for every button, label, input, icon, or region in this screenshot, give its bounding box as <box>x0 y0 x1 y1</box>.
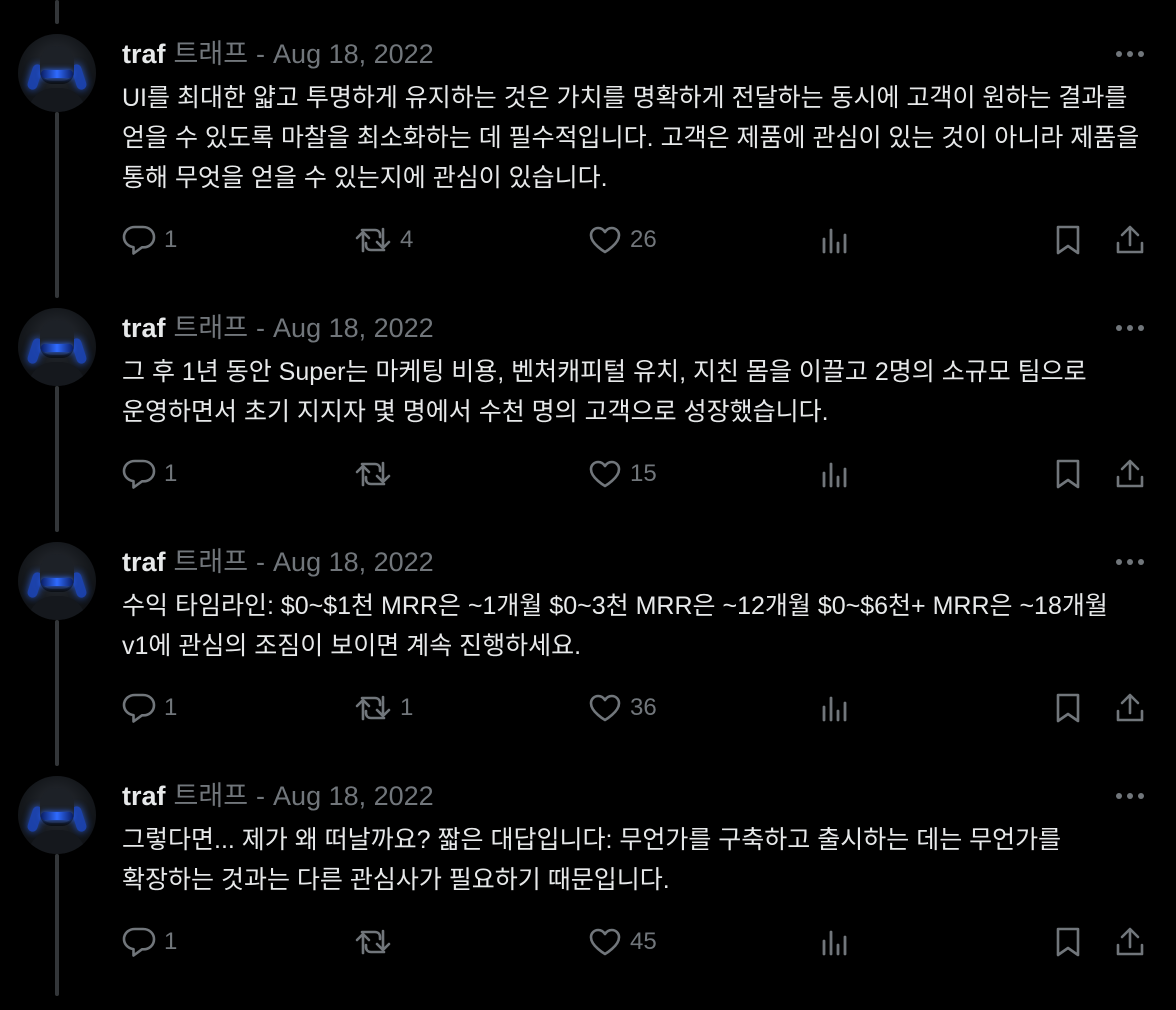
views-icon <box>820 225 850 255</box>
heart-icon <box>588 225 622 255</box>
reply-icon <box>122 458 156 490</box>
bookmark-button[interactable] <box>1054 220 1082 260</box>
like-button[interactable]: 15 <box>588 454 657 494</box>
tweet-actions: 1 1 36 <box>122 688 1152 728</box>
retweet-button[interactable] <box>354 922 400 962</box>
retweet-count: 4 <box>400 226 414 253</box>
more-icon[interactable] <box>1114 314 1146 342</box>
author-name[interactable]: traf <box>122 312 166 344</box>
share-icon <box>1114 224 1146 256</box>
reply-count: 1 <box>164 694 178 721</box>
share-button[interactable] <box>1114 688 1146 728</box>
share-icon <box>1114 692 1146 724</box>
views-icon <box>820 927 850 957</box>
author-name[interactable]: traf <box>122 546 166 578</box>
bookmark-icon <box>1054 692 1082 724</box>
bookmark-icon <box>1054 458 1082 490</box>
avatar[interactable] <box>18 34 96 112</box>
author-handle[interactable]: 트래프 <box>174 546 249 578</box>
tweet-actions: 1 45 <box>122 922 1152 962</box>
reply-button[interactable]: 1 <box>122 688 177 728</box>
tweet-actions: 1 15 <box>122 454 1152 494</box>
tweet[interactable]: traf 트래프 - Aug 18, 2022 그렇다면... 제가 왜 떠날까… <box>0 776 1176 1010</box>
avatar[interactable] <box>18 776 96 854</box>
tweet-text: 수익 타임라인: $0~$1천 MRR은 ~1개월 $0~3천 MRR은 ~12… <box>122 592 1108 660</box>
separator: - <box>256 781 266 811</box>
author-handle[interactable]: 트래프 <box>174 780 249 812</box>
reply-button[interactable]: 1 <box>122 220 177 260</box>
views-button[interactable] <box>820 220 850 260</box>
views-button[interactable] <box>820 922 850 962</box>
like-button[interactable]: 36 <box>588 688 657 728</box>
tweet-date[interactable]: Aug 18, 2022 <box>273 780 434 812</box>
tweet[interactable]: traf 트래프 - Aug 18, 2022 수익 타임라인: $0~$1천 … <box>0 542 1176 776</box>
more-icon[interactable] <box>1114 548 1146 576</box>
reply-icon <box>122 692 156 724</box>
tweet-header: traf 트래프 - Aug 18, 2022 <box>122 546 434 578</box>
share-button[interactable] <box>1114 922 1146 962</box>
share-button[interactable] <box>1114 220 1146 260</box>
reply-count: 1 <box>164 460 178 487</box>
retweet-button[interactable]: 4 <box>354 220 413 260</box>
tweet-header: traf 트래프 - Aug 18, 2022 <box>122 312 434 344</box>
reply-count: 1 <box>164 928 178 955</box>
avatar[interactable] <box>18 542 96 620</box>
tweet-header: traf 트래프 - Aug 18, 2022 <box>122 780 434 812</box>
like-count: 15 <box>630 460 657 487</box>
like-button[interactable]: 26 <box>588 220 657 260</box>
reply-button[interactable]: 1 <box>122 454 177 494</box>
retweet-count: 1 <box>400 694 414 721</box>
separator: - <box>256 313 266 343</box>
retweet-icon <box>354 459 392 489</box>
tweet-text: 그 후 1년 동안 Super는 마케팅 비용, 벤처캐피털 유치, 지친 몸을… <box>122 358 1087 426</box>
retweet-button[interactable]: 1 <box>354 688 413 728</box>
like-count: 36 <box>630 694 657 721</box>
retweet-icon <box>354 693 392 723</box>
views-button[interactable] <box>820 454 850 494</box>
tweet-text: UI를 최대한 얇고 투명하게 유지하는 것은 가치를 명확하게 전달하는 동시… <box>122 84 1140 192</box>
author-handle[interactable]: 트래프 <box>174 312 249 344</box>
reply-icon <box>122 224 156 256</box>
share-icon <box>1114 458 1146 490</box>
views-icon <box>820 459 850 489</box>
like-count: 26 <box>630 226 657 253</box>
more-icon[interactable] <box>1114 782 1146 810</box>
share-icon <box>1114 926 1146 958</box>
heart-icon <box>588 927 622 957</box>
author-name[interactable]: traf <box>122 38 166 70</box>
views-button[interactable] <box>820 688 850 728</box>
more-icon[interactable] <box>1114 40 1146 68</box>
like-button[interactable]: 45 <box>588 922 657 962</box>
tweet[interactable]: traf 트래프 - Aug 18, 2022 그 후 1년 동안 Super는… <box>0 308 1176 542</box>
like-count: 45 <box>630 928 657 955</box>
separator: - <box>256 547 266 577</box>
retweet-button[interactable] <box>354 454 400 494</box>
bookmark-button[interactable] <box>1054 688 1082 728</box>
views-icon <box>820 693 850 723</box>
heart-icon <box>588 459 622 489</box>
reply-count: 1 <box>164 226 178 253</box>
bookmark-icon <box>1054 926 1082 958</box>
share-button[interactable] <box>1114 454 1146 494</box>
separator: - <box>256 39 266 69</box>
heart-icon <box>588 693 622 723</box>
bookmark-button[interactable] <box>1054 454 1082 494</box>
tweet-text: 그렇다면... 제가 왜 떠날까요? 짧은 대답입니다: 무언가를 구축하고 출… <box>122 826 1062 894</box>
author-name[interactable]: traf <box>122 780 166 812</box>
tweet-header: traf 트래프 - Aug 18, 2022 <box>122 38 434 70</box>
bookmark-icon <box>1054 224 1082 256</box>
retweet-icon <box>354 225 392 255</box>
tweet-actions: 1 4 26 <box>122 220 1152 260</box>
author-handle[interactable]: 트래프 <box>174 38 249 70</box>
tweet-date[interactable]: Aug 18, 2022 <box>273 38 434 70</box>
avatar[interactable] <box>18 308 96 386</box>
thread-line-top <box>55 0 59 24</box>
reply-button[interactable]: 1 <box>122 922 177 962</box>
bookmark-button[interactable] <box>1054 922 1082 962</box>
tweet-date[interactable]: Aug 18, 2022 <box>273 546 434 578</box>
reply-icon <box>122 926 156 958</box>
tweet[interactable]: traf 트래프 - Aug 18, 2022 UI를 최대한 얇고 투명하게 … <box>0 34 1176 268</box>
retweet-icon <box>354 927 392 957</box>
tweet-date[interactable]: Aug 18, 2022 <box>273 312 434 344</box>
